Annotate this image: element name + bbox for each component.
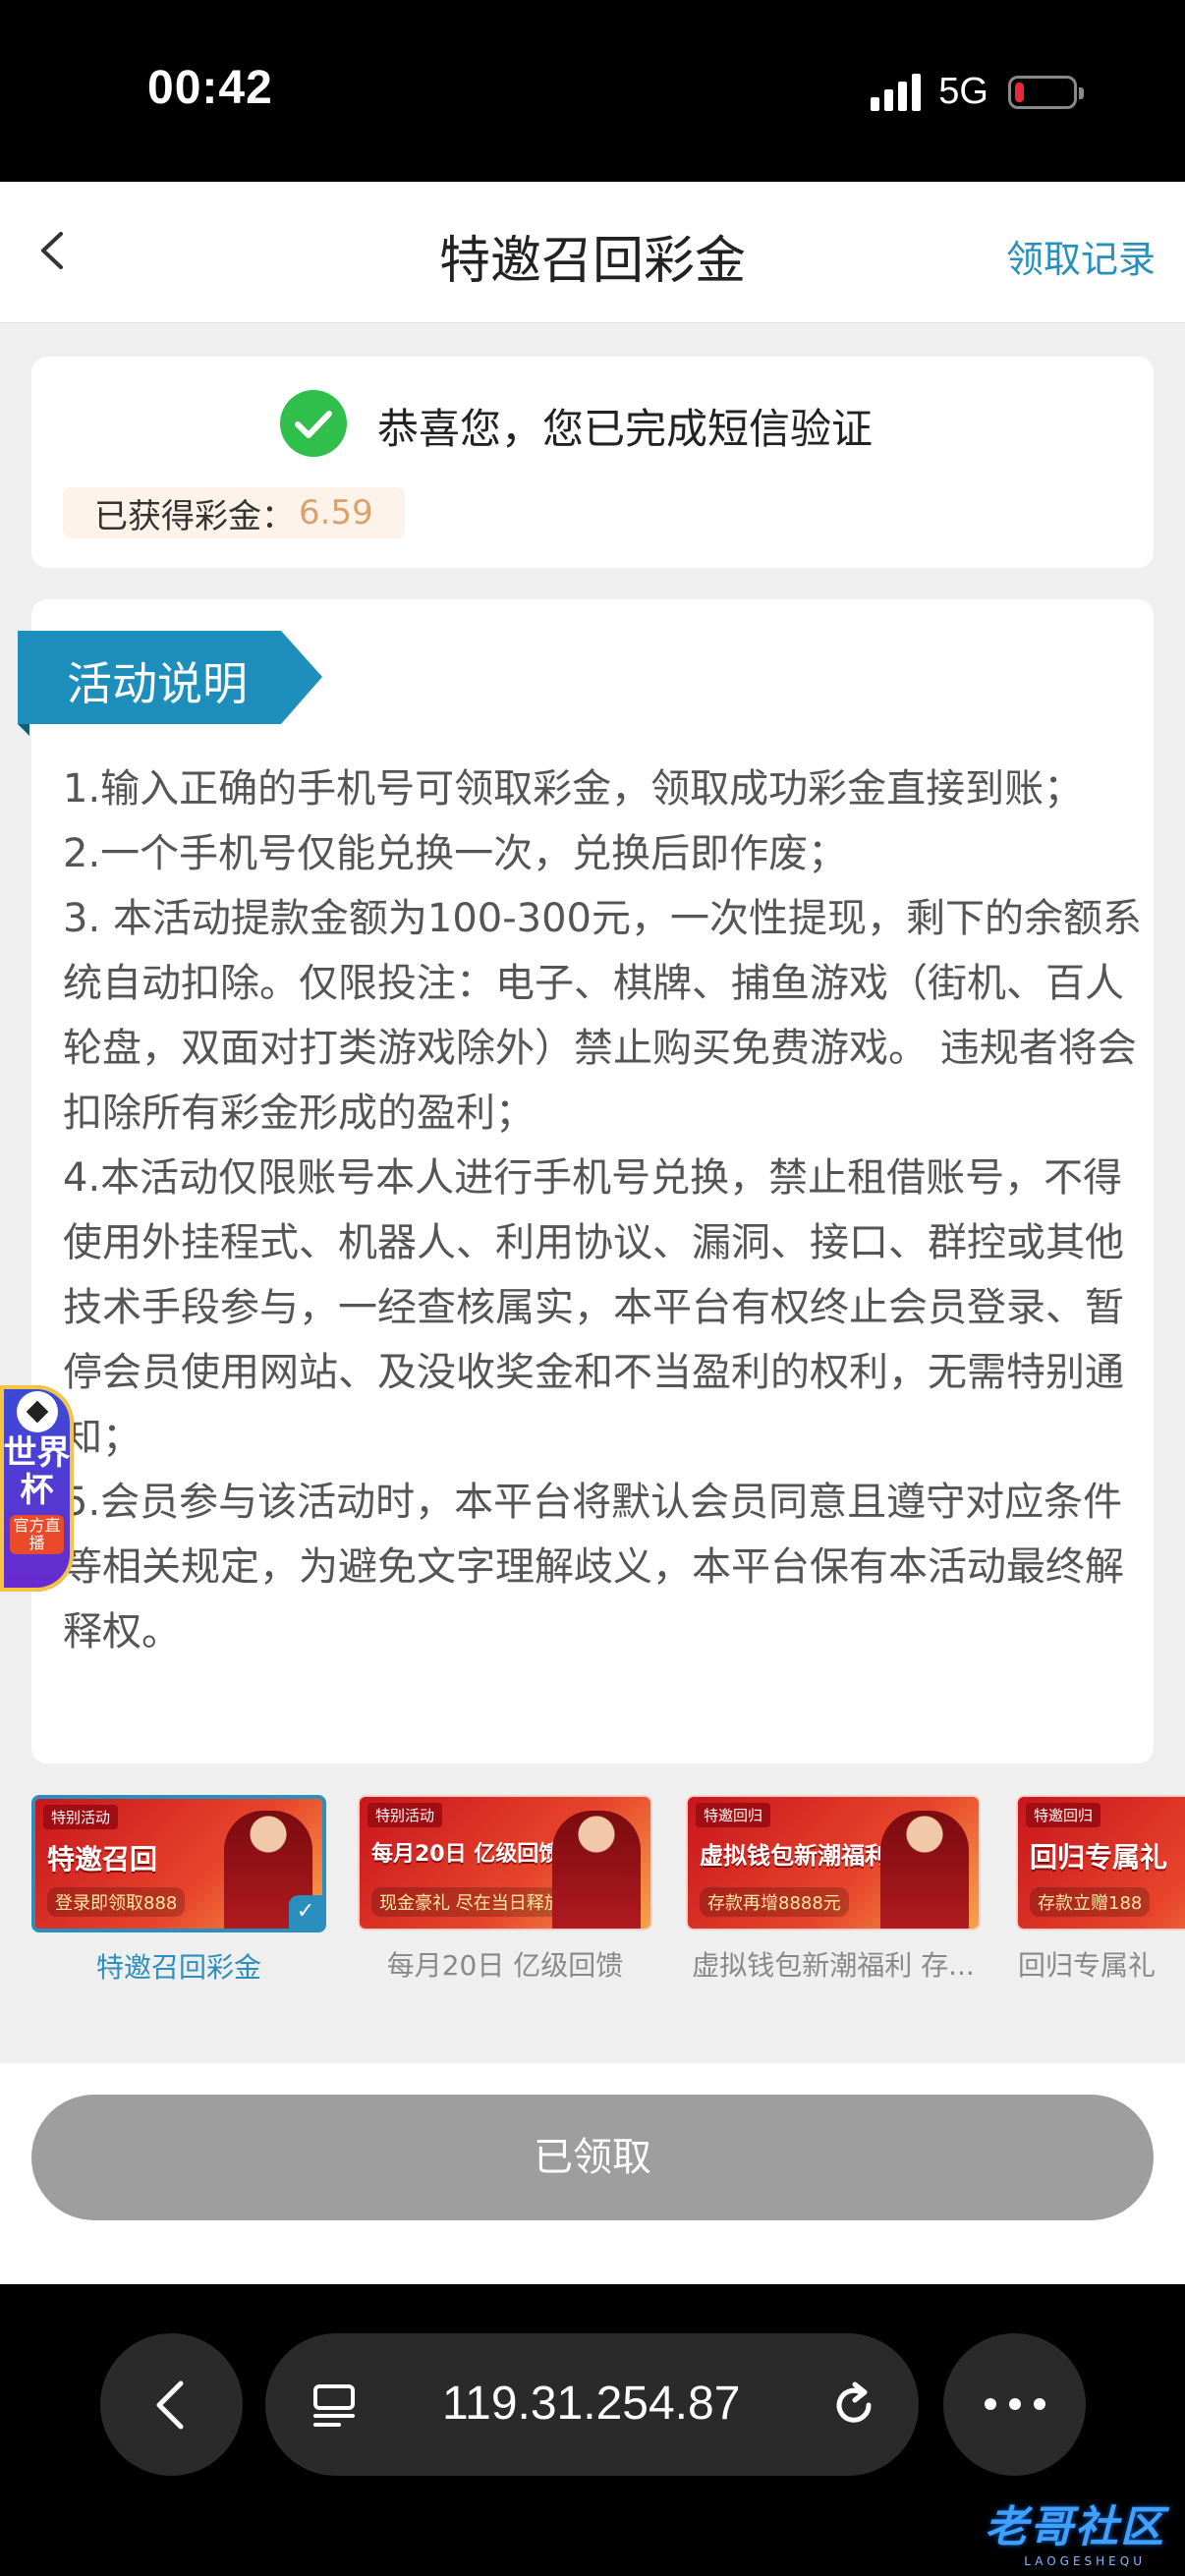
watermark-sub: LAOGESHEQU	[1024, 2554, 1146, 2568]
reload-icon[interactable]	[827, 2379, 880, 2432]
verification-card: 恭喜您，您已完成短信验证 已获得彩金： 6.59	[31, 357, 1154, 568]
rule-item: 2.一个手机号仅能兑换一次，兑换后即作废；	[63, 831, 848, 876]
check-circle-icon	[280, 390, 347, 457]
rule-item: 3. 本活动提款金额为100-300元，一次性提现，剩下的余额系统自动扣除。仅限…	[63, 896, 1143, 1136]
banner-caption: 回归专属礼	[1018, 1949, 1157, 1982]
more-dots-icon	[985, 2398, 1045, 2410]
banner-image: 特邀回归 虚拟钱包新潮福利 存款再增8888元	[686, 1795, 981, 1931]
page-menu-icon[interactable]	[310, 2380, 359, 2430]
rules-title: 活动说明	[67, 657, 248, 710]
banner-image: 特别活动 每月20日 亿级回馈 现金豪礼 尽在当日释放	[358, 1795, 652, 1931]
reward-label: 已获得彩金：	[94, 496, 295, 536]
banner-image: 特邀回归 回归专属礼 存款立赠188	[1016, 1795, 1185, 1931]
status-bar: 00:42 5G	[0, 0, 1185, 182]
reward-badge: 已获得彩金： 6.59	[63, 487, 405, 538]
chevron-left-icon	[156, 2380, 184, 2430]
banner-image: 特别活动 特邀召回 登录即领取888 ✓	[31, 1795, 326, 1932]
browser-more-button[interactable]	[943, 2333, 1086, 2476]
rule-item: 4.本活动仅限账号本人进行手机号兑换，禁止租借账号，不得使用外挂程式、机器人、利…	[63, 1155, 1124, 1460]
claim-area: 已领取	[0, 2063, 1185, 2284]
network-type: 5G	[938, 71, 988, 112]
promo-banner[interactable]: 特别活动 每月20日 亿级回馈 现金豪礼 尽在当日释放 每月20日 亿级回馈	[358, 1795, 652, 1984]
status-time: 00:42	[147, 62, 273, 114]
rules-title-tag: 活动说明	[18, 631, 322, 724]
selected-check-icon: ✓	[289, 1895, 322, 1929]
url-text: 119.31.254.87	[442, 2378, 741, 2430]
activity-rules-card: 活动说明 1.输入正确的手机号可领取彩金，领取成功彩金直接到账； 2.一个手机号…	[18, 599, 1154, 1764]
rule-item: 1.输入正确的手机号可领取彩金，领取成功彩金直接到账；	[63, 766, 1084, 812]
soccer-ball-icon	[16, 1391, 58, 1432]
world-cup-sub: 官方直播	[10, 1515, 64, 1554]
browser-back-button[interactable]	[100, 2333, 243, 2476]
promo-banner-strip: 特别活动 特邀召回 登录即领取888 ✓ 特邀召回彩金 特别活动 每月20日 亿…	[0, 1795, 1185, 1991]
address-bar[interactable]: 119.31.254.87	[265, 2333, 919, 2476]
reward-value: 6.59	[299, 493, 373, 532]
page-header: 特邀召回彩金 领取记录	[0, 182, 1185, 323]
banner-caption: 每月20日 亿级回馈	[386, 1949, 624, 1982]
verification-message: 恭喜您，您已完成短信验证	[377, 405, 874, 453]
promo-banner[interactable]: 特邀回归 回归专属礼 存款立赠188 回归专属礼	[1016, 1795, 1185, 1984]
rule-item: 5.会员参与该活动时，本平台将默认会员同意且遵守对应条件等相关规定，为避免文字理…	[63, 1480, 1124, 1654]
browser-toolbar: 119.31.254.87 老哥社区 LAOGESHEQU	[0, 2284, 1185, 2576]
watermark-logo: 老哥社区	[985, 2502, 1165, 2552]
banner-caption: 特邀召回彩金	[95, 1951, 261, 1984]
claim-records-link[interactable]: 领取记录	[1006, 229, 1156, 283]
rules-body: 1.输入正确的手机号可领取彩金，领取成功彩金直接到账； 2.一个手机号仅能兑换一…	[63, 756, 1154, 1664]
battery-icon	[1008, 75, 1084, 109]
world-cup-title: 世界杯	[3, 1433, 71, 1510]
promo-banner[interactable]: 特邀回归 虚拟钱包新潮福利 存款再增8888元 虚拟钱包新潮福利 存...	[686, 1795, 981, 1984]
signal-icon	[871, 73, 922, 111]
claimed-button[interactable]: 已领取	[31, 2095, 1154, 2220]
banner-caption: 虚拟钱包新潮福利 存...	[692, 1949, 975, 1982]
promo-banner[interactable]: 特别活动 特邀召回 登录即领取888 ✓ 特邀召回彩金	[31, 1795, 326, 1986]
world-cup-float-button[interactable]: 世界杯 官方直播	[0, 1385, 74, 1592]
